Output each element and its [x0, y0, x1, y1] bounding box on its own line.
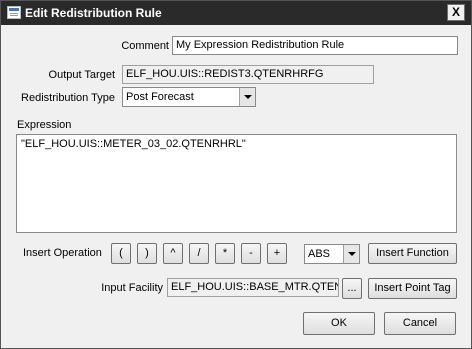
- comment-input[interactable]: My Expression Redistribution Rule: [172, 36, 458, 55]
- window-icon: [7, 6, 21, 19]
- chevron-down-icon[interactable]: [343, 245, 359, 263]
- chevron-down-icon[interactable]: [239, 88, 255, 106]
- output-target-field: ELF_HOU.UIS::REDIST3.QTENRHRFG: [122, 65, 374, 84]
- operator-plus-button[interactable]: +: [267, 243, 287, 264]
- browse-facility-button[interactable]: ...: [342, 278, 362, 299]
- redistribution-type-select[interactable]: Post Forecast: [122, 87, 256, 107]
- close-button[interactable]: X: [447, 4, 465, 21]
- function-select[interactable]: ABS: [304, 244, 360, 264]
- operator-power-button[interactable]: ^: [163, 243, 183, 264]
- redistribution-type-value: Post Forecast: [126, 91, 194, 103]
- insert-function-button[interactable]: Insert Function: [368, 243, 457, 264]
- expression-textarea[interactable]: "ELF_HOU.UIS::METER_03_02.QTENRHRL": [16, 134, 457, 233]
- expression-label: Expression: [17, 119, 72, 131]
- insert-operation-label: Insert Operation: [23, 247, 102, 259]
- operator-open-paren-button[interactable]: (: [111, 243, 131, 264]
- operator-divide-button[interactable]: /: [189, 243, 209, 264]
- operator-multiply-button[interactable]: *: [215, 243, 235, 264]
- edit-redistribution-rule-dialog: Edit Redistribution Rule X Comment My Ex…: [0, 0, 472, 349]
- ok-button[interactable]: OK: [303, 312, 375, 335]
- operator-minus-button[interactable]: -: [241, 243, 261, 264]
- window-title: Edit Redistribution Rule: [25, 6, 162, 20]
- output-target-label: Output Target: [48, 69, 115, 81]
- operator-close-paren-button[interactable]: ): [137, 243, 157, 264]
- cancel-button[interactable]: Cancel: [384, 312, 456, 335]
- comment-label: Comment: [121, 40, 169, 52]
- input-facility-label: Input Facility: [101, 282, 163, 294]
- insert-point-tag-button[interactable]: Insert Point Tag: [368, 278, 457, 299]
- input-facility-field: ELF_HOU.UIS::BASE_MTR.QTENRI: [167, 278, 339, 297]
- redistribution-type-label: Redistribution Type: [21, 92, 115, 104]
- title-bar: Edit Redistribution Rule X: [1, 1, 471, 25]
- function-select-value: ABS: [308, 248, 331, 260]
